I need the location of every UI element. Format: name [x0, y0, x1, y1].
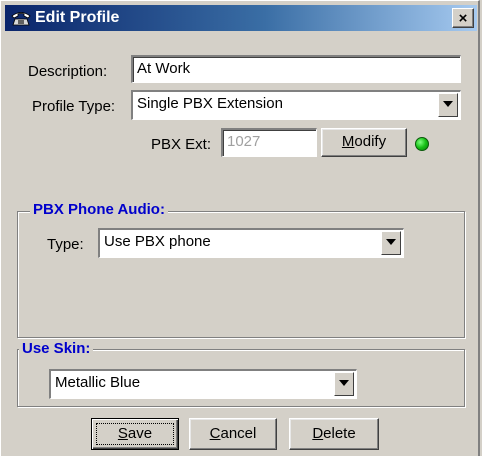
description-field[interactable]: At Work — [131, 55, 461, 83]
close-button[interactable]: × — [452, 8, 474, 28]
edit-profile-window: Edit Profile × Description: At Work Prof… — [0, 0, 480, 456]
profile-type-label: Profile Type: — [32, 98, 116, 115]
chevron-down-icon — [443, 101, 453, 107]
chevron-down-icon — [386, 239, 396, 245]
title-bar[interactable]: Edit Profile × — [5, 5, 477, 31]
save-focus-ring — [96, 423, 174, 445]
skin-value: Metallic Blue — [49, 369, 357, 399]
delete-mnemonic: D — [312, 425, 324, 442]
description-label: Description: — [28, 63, 108, 80]
pbx-phone-audio-title: PBX Phone Audio: — [30, 201, 168, 219]
phone-icon — [11, 12, 31, 26]
modify-button-label: odify — [354, 133, 387, 150]
audio-type-dropdown-button[interactable] — [381, 231, 401, 255]
cancel-button[interactable]: Cancel — [189, 418, 277, 450]
modify-button-mnemonic: M — [341, 133, 355, 150]
close-icon: × — [458, 10, 468, 27]
delete-button[interactable]: Delete — [289, 418, 379, 450]
profile-type-value: Single PBX Extension — [131, 90, 461, 120]
pbx-ext-label: PBX Ext: — [151, 136, 212, 153]
chevron-down-icon — [339, 380, 349, 386]
pbx-ext-field: 1027 — [221, 128, 317, 157]
window-title: Edit Profile — [35, 9, 120, 26]
modify-button[interactable]: Modify — [321, 128, 407, 157]
status-led-icon — [415, 137, 429, 151]
skin-select[interactable]: Metallic Blue — [49, 369, 357, 399]
profile-type-dropdown-button[interactable] — [438, 93, 458, 117]
skin-dropdown-button[interactable] — [334, 372, 354, 396]
cancel-label: ancel — [220, 425, 257, 442]
profile-type-select[interactable]: Single PBX Extension — [131, 90, 461, 120]
cancel-mnemonic: C — [209, 425, 221, 442]
audio-type-label: Type: — [47, 236, 84, 253]
save-button[interactable]: Save — [91, 418, 179, 450]
use-skin-title: Use Skin: — [19, 340, 94, 358]
audio-type-select[interactable]: Use PBX phone — [98, 228, 404, 258]
audio-type-value: Use PBX phone — [98, 228, 404, 258]
delete-label: elete — [323, 425, 356, 442]
